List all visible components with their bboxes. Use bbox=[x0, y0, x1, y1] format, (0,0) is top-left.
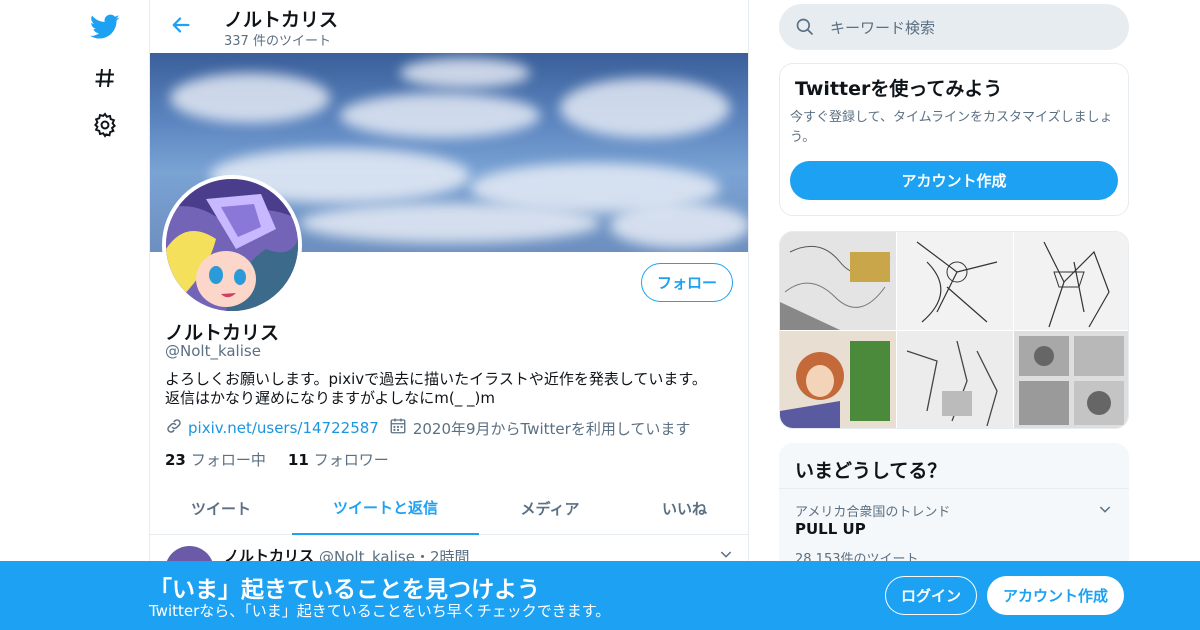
trend-name[interactable]: PULL UP bbox=[795, 520, 866, 538]
signup-button[interactable]: アカウント作成 bbox=[987, 576, 1124, 615]
profile-meta: pixiv.net/users/14722587 2020年9月からTwitte… bbox=[165, 417, 690, 439]
left-nav bbox=[60, 0, 150, 630]
media-thumbnail[interactable] bbox=[780, 232, 896, 330]
media-thumbnail[interactable] bbox=[897, 232, 1013, 330]
search-placeholder: キーワード検索 bbox=[830, 19, 936, 37]
follow-counts: 23 フォロー中 11 フォロワー bbox=[165, 449, 389, 470]
trend-context: アメリカ合衆国のトレンド bbox=[795, 505, 951, 520]
profile-bio: よろしくお願いします。pixivで過去に描いたイラストや近作を発表しています。 … bbox=[165, 370, 707, 408]
chevron-down-icon[interactable] bbox=[1097, 501, 1113, 521]
search-icon bbox=[795, 17, 815, 41]
media-thumbnail[interactable] bbox=[780, 331, 896, 428]
back-arrow-icon[interactable] bbox=[168, 12, 194, 38]
app-root: ノルトカリス 337 件のツイート フォロー ノルトカリス @Nolt_kali… bbox=[0, 0, 1200, 630]
following-link[interactable]: 23 フォロー中 bbox=[165, 449, 266, 470]
media-thumbnail[interactable] bbox=[1014, 232, 1128, 330]
tab-media[interactable]: メディア bbox=[479, 482, 621, 535]
joined-date: 2020年9月からTwitterを利用しています bbox=[412, 419, 691, 438]
followers-link[interactable]: 11 フォロワー bbox=[288, 449, 389, 470]
bottom-bar-subtitle: Twitterなら、「いま」起きていることをいち早くチェックできます。 bbox=[149, 602, 611, 620]
media-grid bbox=[779, 231, 1129, 429]
profile-avatar[interactable] bbox=[162, 175, 302, 315]
tab-tweets-and-replies[interactable]: ツイートと返信 bbox=[292, 482, 479, 535]
bio-line-2: 返信はかなり遅めになりますがよしなにm(_ _)m bbox=[165, 389, 495, 407]
media-thumbnail[interactable] bbox=[1014, 331, 1128, 428]
profile-name: ノルトカリス bbox=[165, 322, 280, 344]
tab-tweets[interactable]: ツイート bbox=[150, 482, 292, 535]
link-icon bbox=[165, 417, 183, 439]
profile-link[interactable]: pixiv.net/users/14722587 bbox=[188, 419, 379, 437]
bottom-signup-bar: 「いま」起きていることを見つけよう Twitterなら、「いま」起きていることを… bbox=[0, 561, 1200, 630]
bottom-bar-title: 「いま」起きていることを見つけよう bbox=[149, 577, 540, 603]
profile-header-bar: ノルトカリス 337 件のツイート bbox=[150, 0, 748, 53]
create-account-button[interactable]: アカウント作成 bbox=[790, 161, 1118, 200]
header-title: ノルトカリス bbox=[224, 9, 339, 31]
tab-likes[interactable]: いいね bbox=[621, 482, 748, 535]
media-thumbnail[interactable] bbox=[897, 331, 1013, 428]
follow-button[interactable]: フォロー bbox=[641, 263, 733, 302]
divider bbox=[779, 488, 1129, 489]
hashtag-icon[interactable] bbox=[90, 63, 120, 93]
signup-card-description: 今すぐ登録して、タイムラインをカスタマイズしましょう。 bbox=[790, 110, 1113, 145]
profile-handle: @Nolt_kalise bbox=[165, 342, 261, 360]
profile-tabs: ツイート ツイートと返信 メディア いいね bbox=[150, 482, 748, 535]
settings-gear-icon[interactable] bbox=[90, 110, 120, 140]
signup-card: Twitterを使ってみよう 今すぐ登録して、タイムラインをカスタマイズしましょ… bbox=[779, 63, 1129, 216]
main-column: ノルトカリス 337 件のツイート フォロー ノルトカリス @Nolt_kali… bbox=[149, 0, 749, 630]
tweet-count: 337 件のツイート bbox=[224, 34, 331, 49]
login-button[interactable]: ログイン bbox=[885, 576, 977, 615]
twitter-bird-icon[interactable] bbox=[90, 12, 120, 42]
bio-line-1: よろしくお願いします。pixivで過去に描いたイラストや近作を発表しています。 bbox=[165, 370, 707, 388]
trends-title: いまどうしてる？ bbox=[795, 460, 947, 482]
signup-card-title: Twitterを使ってみよう bbox=[795, 78, 1003, 100]
search-input[interactable]: キーワード検索 bbox=[779, 4, 1129, 50]
calendar-icon bbox=[389, 417, 407, 439]
